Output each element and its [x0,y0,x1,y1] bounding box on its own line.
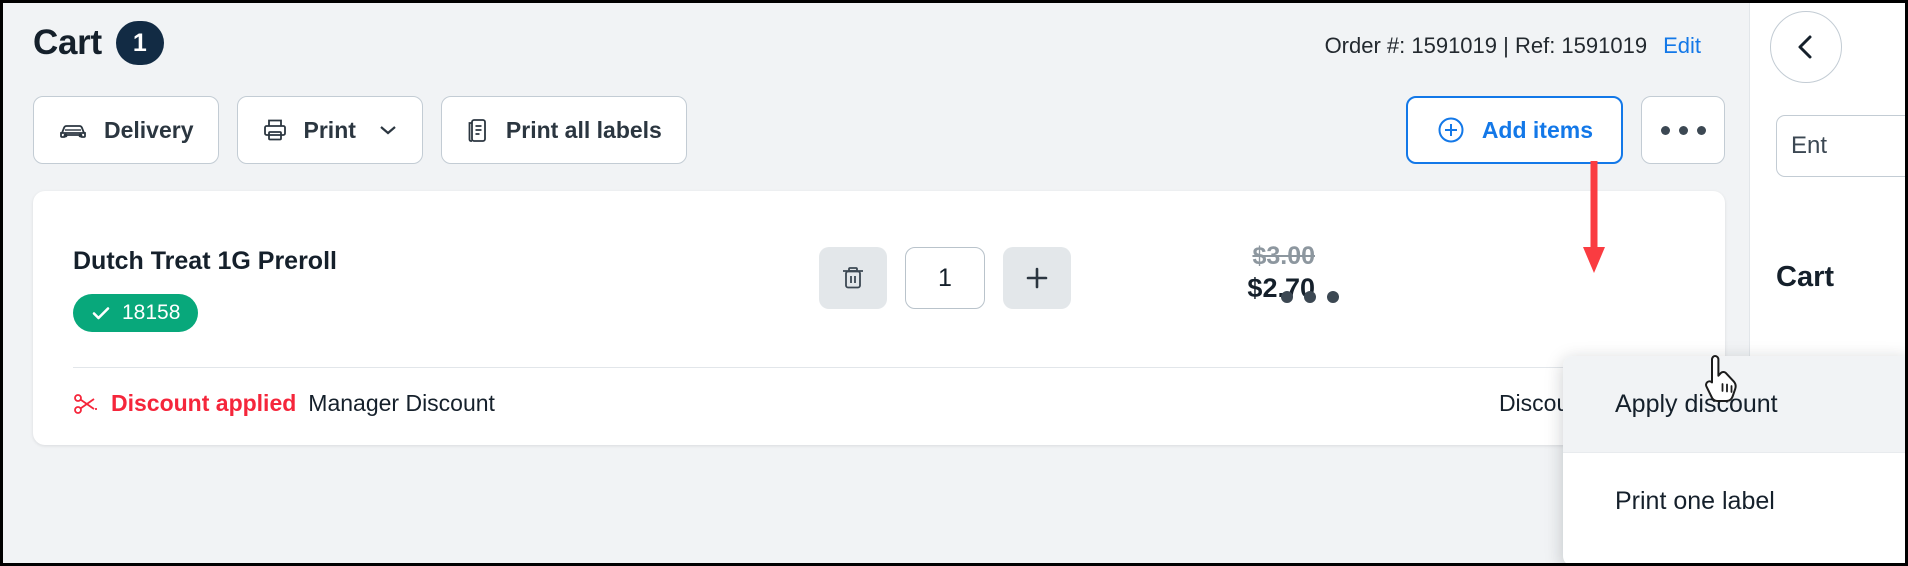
cart-pane: Cart 1 Order #: 1591019 | Ref: 1591019 Ed… [3,3,1755,563]
plus-icon [1023,264,1051,292]
cart-toolbar: Delivery Print [33,96,1725,164]
add-items-button[interactable]: Add items [1406,96,1623,164]
cart-screen: Cart 1 Order #: 1591019 | Ref: 1591019 Ed… [0,0,1908,566]
chevron-down-icon [378,123,398,137]
chevron-left-icon [1793,32,1819,62]
add-items-label: Add items [1482,117,1593,144]
discount-info: Discount applied Manager Discount [73,390,495,417]
car-icon [58,119,88,141]
cart-item-row: Dutch Treat 1G Preroll 18158 [33,191,1725,367]
delete-item-button[interactable] [819,247,887,309]
discount-applied-label: Discount applied [111,390,296,417]
item-sku-value: 18158 [122,301,180,325]
print-all-labels-label: Print all labels [506,117,662,144]
item-more-menu-button[interactable] [1281,291,1339,303]
increase-quantity-button[interactable] [1003,247,1071,309]
print-button[interactable]: Print [237,96,423,164]
cart-title-group: Cart 1 [33,21,164,65]
order-reference-text: Order #: 1591019 | Ref: 1591019 [1325,33,1648,58]
delivery-button[interactable]: Delivery [33,96,219,164]
menu-item-apply-discount-label: Apply discount [1615,390,1778,419]
toolbar-right-group: Add items [1406,96,1725,164]
item-sku-badge: 18158 [73,294,198,332]
quantity-controls [819,247,1071,309]
plus-circle-icon [1436,115,1466,145]
cart-more-menu-button[interactable] [1641,96,1725,164]
discount-row: Discount applied Manager Discount Discou… [33,367,1725,445]
ellipsis-icon [1661,126,1706,135]
order-meta: Order #: 1591019 | Ref: 1591019 Edit [1325,33,1701,59]
side-panel-input[interactable] [1776,115,1908,177]
scissors-icon [73,392,99,416]
menu-item-print-one-label-label: Print one label [1615,487,1775,516]
cart-item-card: Dutch Treat 1G Preroll 18158 [33,191,1725,445]
document-icon [466,116,490,144]
back-button[interactable] [1770,11,1842,83]
trash-icon [840,264,866,292]
discount-name: Manager Discount [308,390,495,417]
edit-order-link[interactable]: Edit [1663,33,1701,58]
delivery-button-label: Delivery [104,117,194,144]
quantity-input[interactable] [905,247,985,309]
toolbar-left-group: Delivery Print [33,96,687,164]
menu-item-print-one-label[interactable]: Print one label [1563,453,1908,549]
printer-icon [262,117,288,143]
original-price: $3.00 [1155,241,1315,272]
menu-item-apply-discount[interactable]: Apply discount [1563,356,1908,452]
check-icon [91,305,111,321]
side-panel-heading: Cart [1776,261,1834,294]
cart-header: Cart 1 Order #: 1591019 | Ref: 1591019 Ed… [3,3,1755,91]
item-name: Dutch Treat 1G Preroll [73,247,337,276]
item-context-menu: Apply discount Print one label [1563,356,1908,566]
cart-count-badge: 1 [116,21,164,65]
page-title: Cart [33,23,102,63]
print-all-labels-button[interactable]: Print all labels [441,96,687,164]
print-button-label: Print [304,117,356,144]
